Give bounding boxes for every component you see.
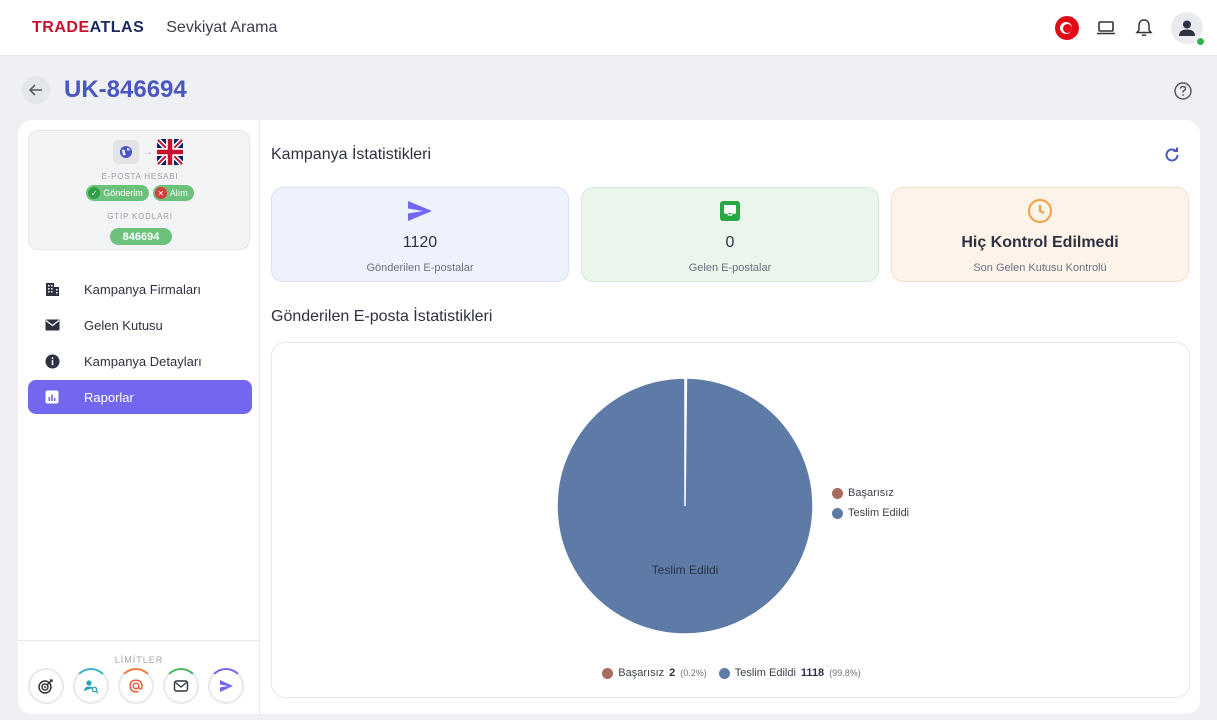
user-search-icon	[84, 680, 99, 694]
uk-flag-icon	[157, 139, 183, 165]
sent-emails-value: 1120	[402, 234, 438, 251]
inbox-check-label: Son Gelen Kutusu Kontrolü	[973, 262, 1107, 274]
sent-emails-label: Gönderilen E-postalar	[366, 262, 474, 274]
online-status-dot	[1196, 37, 1205, 46]
arrow-left-icon	[28, 84, 42, 96]
sidebar-item-reports[interactable]: Raporlar	[28, 380, 252, 414]
pie-chart: Teslim Edildi	[556, 377, 814, 635]
info-icon	[44, 353, 60, 369]
send-icon	[272, 196, 568, 226]
check-icon: ✓	[88, 187, 101, 199]
inbox-check-card: Hiç Kontrol Edilmedi Son Gelen Kutusu Ko…	[891, 187, 1189, 282]
top-bar: TRADEATLAS Sevkiyat Arama	[0, 0, 1217, 56]
email-stats-chart: Teslim Edildi Başarısız Teslim Edildi Ba…	[271, 342, 1190, 698]
send-permission-chip: ✓ Gönderim	[86, 185, 149, 201]
account-route: →	[113, 139, 183, 165]
limits-divider	[18, 640, 260, 641]
sidebar-item-campaign-details[interactable]: Kampanya Detayları	[28, 344, 252, 378]
receive-permission-chip: ✕ Alım	[152, 185, 194, 201]
received-emails-label: Gelen E-postalar	[688, 262, 772, 274]
summary-item-failed: Başarısız 2 (0.2%)	[602, 667, 707, 679]
envelope-icon	[44, 317, 60, 333]
left-panel: → E-POSTA HESABI ✓ Gönderim ✕ Alım GTİP …	[18, 120, 260, 714]
pie-slice-label: Teslim Edildi	[652, 563, 719, 577]
target-icon	[38, 679, 53, 694]
account-permissions: ✓ Gönderim ✕ Alım	[29, 185, 251, 201]
limits-row	[28, 668, 244, 704]
gtip-caption: GTİP KODLARI	[107, 212, 173, 221]
legend-dot-delivered	[832, 507, 843, 519]
user-icon	[1179, 20, 1195, 36]
main-panel: Kampanya İstatistikleri 1120 Gönderilen …	[260, 120, 1200, 714]
chart-summary-legend: Başarısız 2 (0.2%) Teslim Edildi 1118 (9…	[272, 667, 1191, 679]
sidebar-nav: Kampanya Firmaları Gelen Kutusu Kampanya…	[28, 272, 252, 416]
top-icons	[1055, 12, 1205, 46]
received-emails-value: 0	[725, 234, 735, 251]
arrow-right-icon: →	[143, 146, 153, 158]
summary-dot-delivered	[718, 667, 730, 679]
tradeatlas-logo[interactable]: TRADEATLAS	[32, 19, 144, 37]
inbox-icon	[582, 196, 878, 226]
sent-emails-card: 1120 Gönderilen E-postalar	[271, 187, 569, 282]
received-emails-card: 0 Gelen E-postalar	[581, 187, 879, 282]
limit-send[interactable]	[208, 668, 244, 704]
at-icon	[129, 679, 143, 693]
legend-dot-failed	[832, 487, 843, 499]
chart-legend: Başarısız Teslim Edildi	[832, 483, 909, 523]
bell-icon[interactable]	[1133, 17, 1155, 39]
building-icon	[44, 281, 60, 297]
page-title: UK-846694	[64, 76, 187, 103]
limit-contacts[interactable]	[73, 668, 109, 704]
limit-inbox[interactable]	[163, 668, 199, 704]
report-icon	[44, 389, 60, 405]
legend-item-failed[interactable]: Başarısız	[832, 483, 909, 503]
legend-item-delivered[interactable]: Teslim Edildi	[832, 503, 909, 523]
close-icon: ✕	[154, 187, 167, 199]
refresh-icon[interactable]	[1163, 146, 1183, 166]
sidebar-item-inbox[interactable]: Gelen Kutusu	[28, 308, 252, 342]
laptop-icon[interactable]	[1095, 17, 1117, 39]
send-icon	[220, 680, 233, 692]
help-icon[interactable]	[1172, 80, 1194, 102]
app-title[interactable]: Sevkiyat Arama	[166, 19, 277, 37]
limit-emails[interactable]	[118, 668, 154, 704]
sidebar-item-campaign-companies[interactable]: Kampanya Firmaları	[28, 272, 252, 306]
email-account-caption: E-POSTA HESABI	[101, 172, 179, 181]
user-avatar[interactable]	[1171, 12, 1205, 46]
account-card: → E-POSTA HESABI ✓ Gönderim ✕ Alım GTİP …	[28, 130, 250, 250]
summary-item-delivered: Teslim Edildi 1118 (99.8%)	[718, 667, 861, 679]
clock-icon	[892, 196, 1188, 226]
summary-dot-failed	[602, 667, 614, 679]
mail-icon	[173, 680, 189, 692]
email-stats-title: Gönderilen E-posta İstatistikleri	[271, 308, 493, 325]
limits-title: LİMİTLER	[114, 655, 164, 665]
back-button[interactable]	[22, 76, 50, 104]
limit-target[interactable]	[28, 668, 64, 704]
turkish-flag-icon[interactable]	[1055, 16, 1079, 40]
globe-icon	[113, 140, 139, 164]
campaign-stats-title: Kampanya İstatistikleri	[271, 146, 432, 163]
pie-slice-delivered[interactable]	[556, 377, 814, 635]
inbox-check-value: Hiç Kontrol Edilmedi	[961, 234, 1119, 251]
gtip-code-badge: 846694	[110, 228, 172, 245]
